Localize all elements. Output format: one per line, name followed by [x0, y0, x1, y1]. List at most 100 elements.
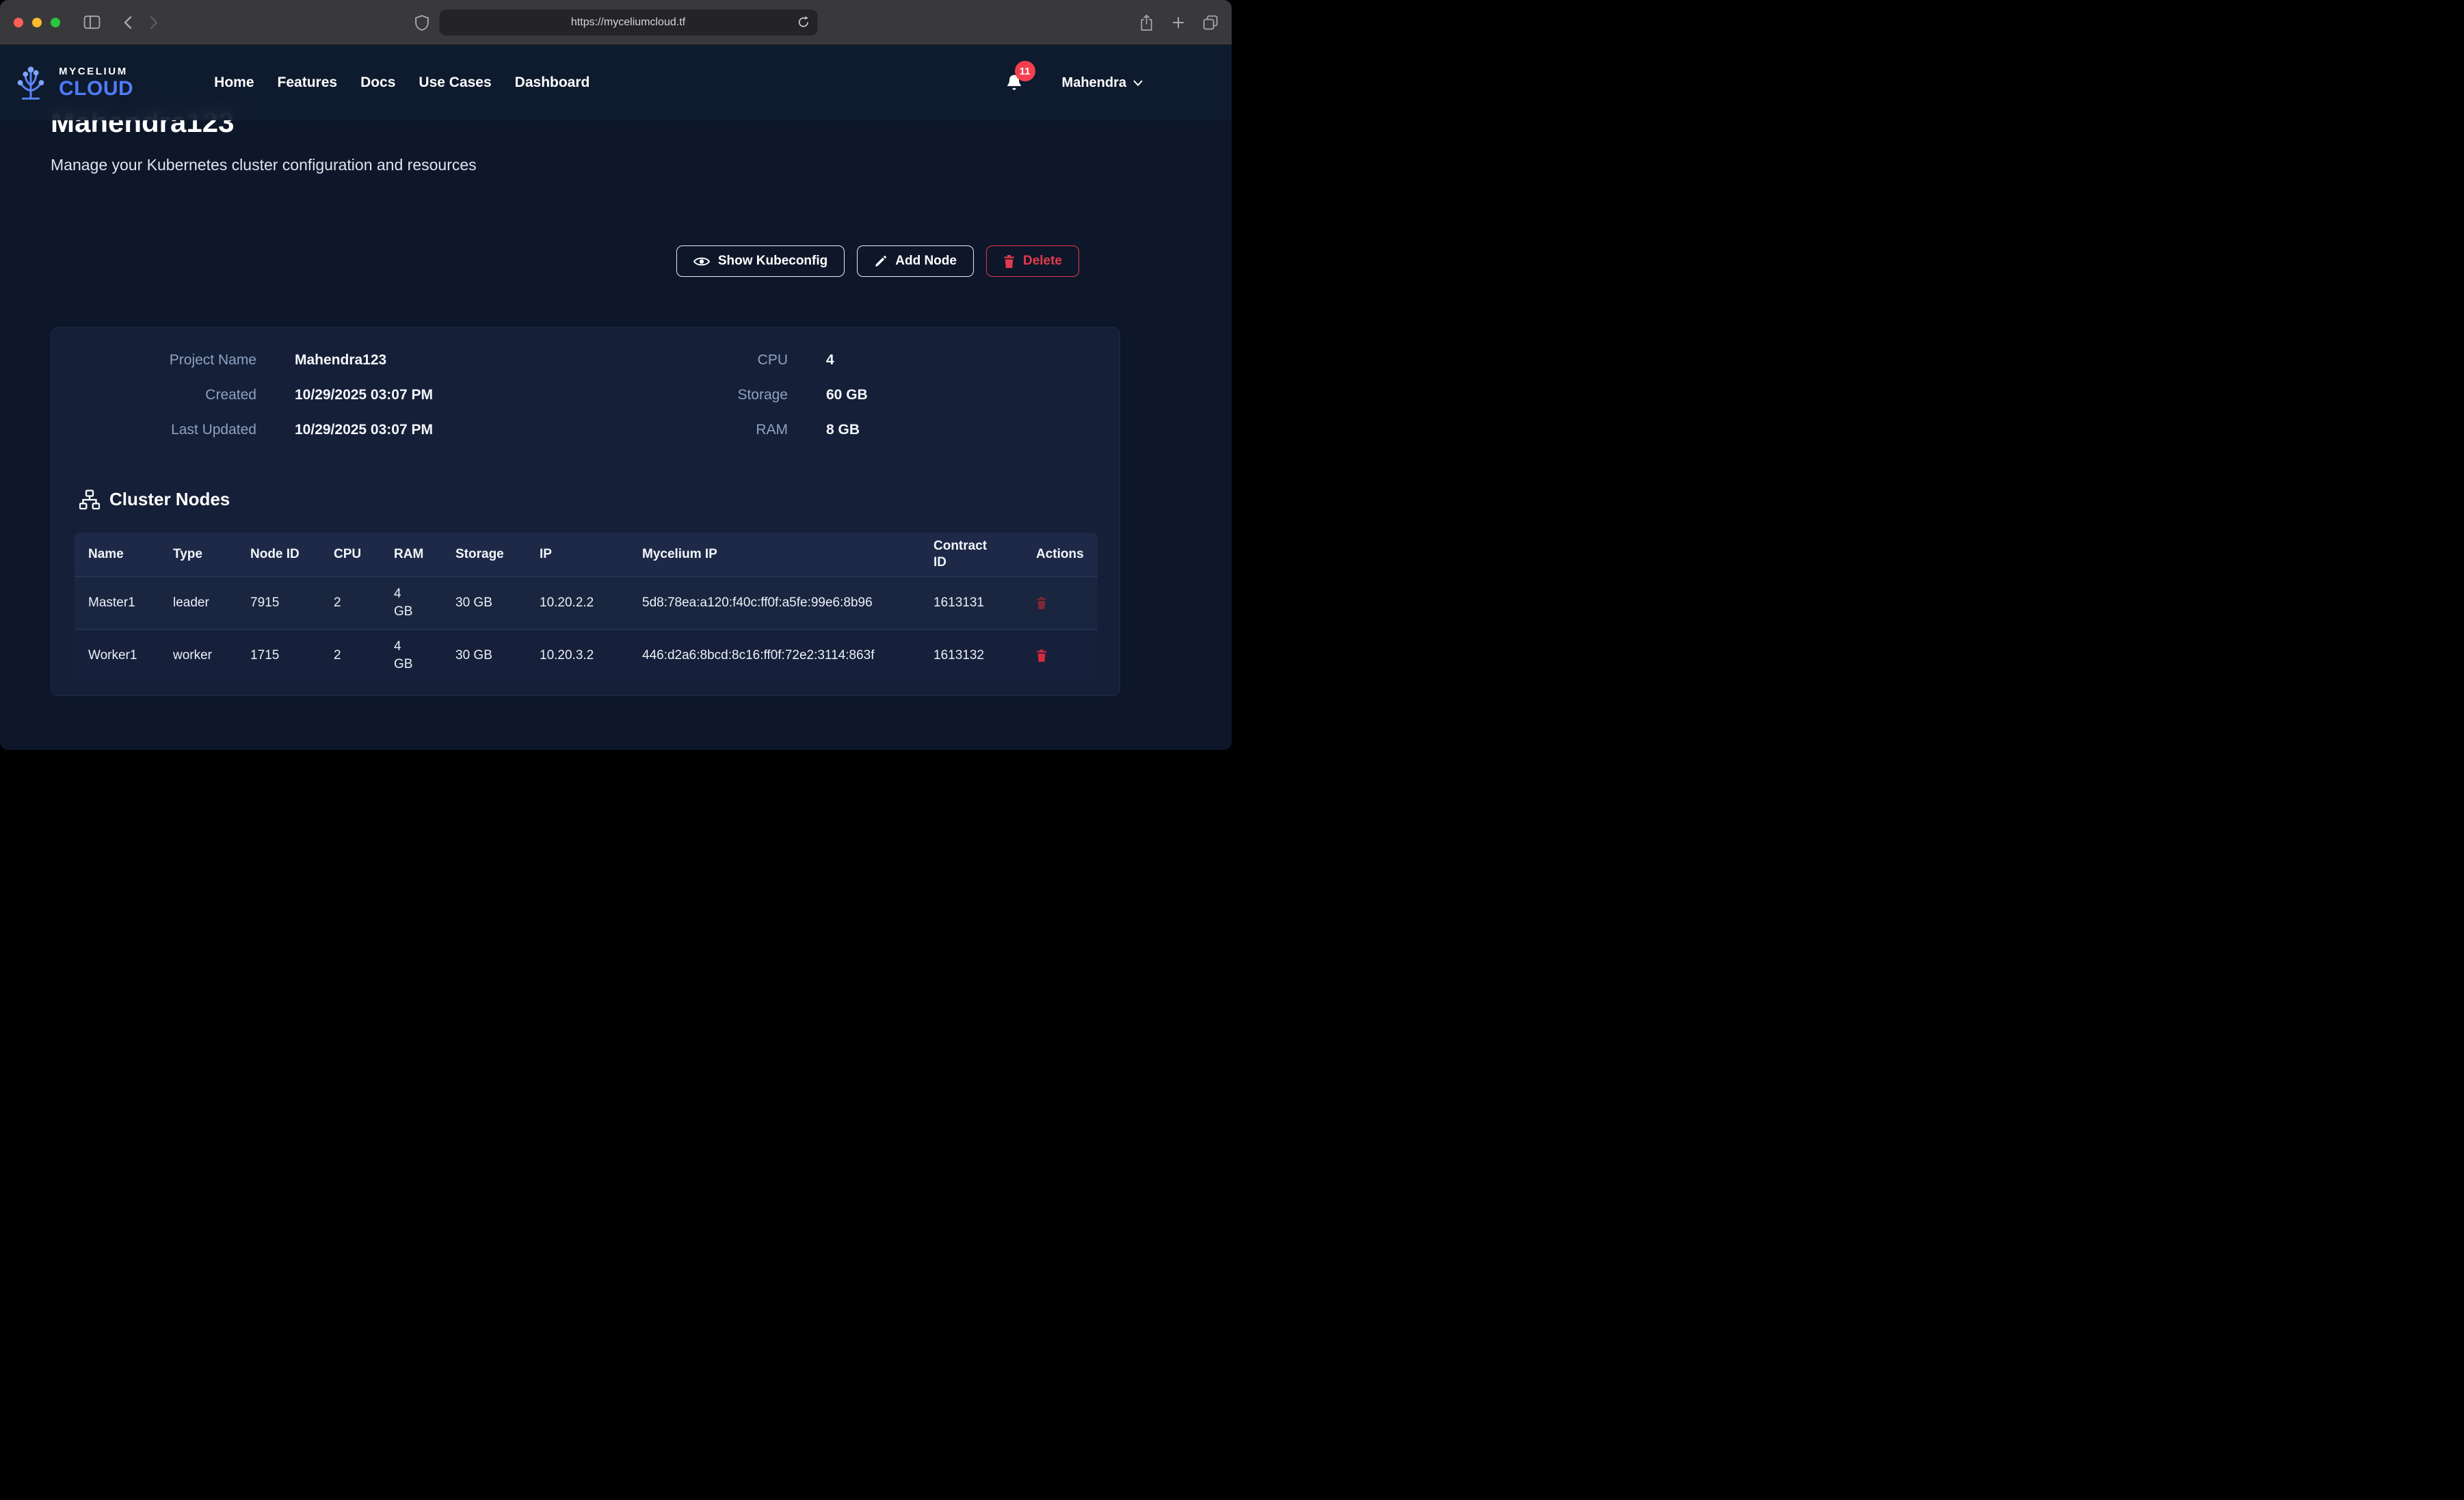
browser-toolbar: https://myceliumcloud.tf: [0, 0, 1232, 45]
new-tab-icon[interactable]: [1172, 16, 1184, 29]
notifications-button[interactable]: 11: [1005, 72, 1024, 93]
navbar-right: 11 Mahendra: [1005, 72, 1143, 93]
cell-storage: 30 GB: [442, 577, 526, 630]
column-header-cpu: CPU: [320, 533, 380, 577]
cell-ram: 4 GB: [380, 577, 442, 630]
notification-badge: 11: [1015, 61, 1035, 81]
detail-value: Mahendra123: [295, 351, 386, 370]
mycelium-logo-icon: [11, 63, 51, 103]
delete-label: Delete: [1023, 254, 1062, 269]
brand-text: MYCELIUM CLOUD: [59, 66, 133, 99]
column-header-ram: RAM: [380, 533, 442, 577]
pencil-icon: [874, 255, 887, 268]
cell-type: worker: [159, 630, 237, 682]
cell-cpu: 2: [320, 630, 380, 682]
cell-ram: 4 GB: [380, 630, 442, 682]
detail-value: 10/29/2025 03:07 PM: [295, 386, 433, 405]
address-bar-group: https://myceliumcloud.tf: [414, 0, 817, 45]
cluster-actions-row: Show Kubeconfig Add Node Delete: [51, 245, 1079, 277]
site-navbar: MYCELIUM CLOUD Home Features Docs Use Ca…: [0, 45, 1232, 120]
cell-node-id: 1715: [237, 630, 320, 682]
column-header-node-id: Node ID: [237, 533, 320, 577]
nav-link-use-cases[interactable]: Use Cases: [419, 75, 491, 91]
forward-button[interactable]: [150, 16, 158, 29]
cell-contract-id: 1613132: [920, 630, 1022, 682]
close-window-button[interactable]: [14, 18, 23, 27]
url-text: https://myceliumcloud.tf: [571, 16, 685, 29]
cell-ip: 10.20.3.2: [526, 630, 628, 682]
reload-icon[interactable]: [797, 16, 810, 32]
toolbar-right-icons: [1139, 0, 1218, 45]
cluster-info-card: Project Name Mahendra123 Created 10/29/2…: [51, 327, 1120, 696]
cluster-nodes-title: Cluster Nodes: [109, 489, 230, 510]
cell-cpu: 2: [320, 577, 380, 630]
detail-value: 10/29/2025 03:07 PM: [295, 420, 433, 440]
detail-value: 4: [826, 351, 834, 370]
cell-name: Worker1: [75, 630, 159, 682]
nav-link-docs[interactable]: Docs: [360, 75, 395, 91]
user-name: Mahendra: [1062, 75, 1126, 91]
user-menu[interactable]: Mahendra: [1062, 75, 1143, 91]
cluster-details: Project Name Mahendra123 Created 10/29/2…: [51, 327, 1120, 455]
address-bar[interactable]: https://myceliumcloud.tf: [439, 10, 817, 36]
delete-cluster-button[interactable]: Delete: [986, 245, 1079, 277]
brand-line1: MYCELIUM: [59, 66, 133, 77]
column-header-storage: Storage: [442, 533, 526, 577]
details-left-column: Project Name Mahendra123 Created 10/29/2…: [51, 351, 585, 455]
nav-links: Home Features Docs Use Cases Dashboard: [214, 75, 589, 91]
back-button[interactable]: [124, 16, 132, 29]
detail-label: RAM: [585, 420, 788, 440]
table-row: Worker1 worker 1715 2 4 GB 30 GB 10.20.3…: [75, 630, 1098, 682]
column-header-mycelium-ip: Mycelium IP: [628, 533, 920, 577]
chevron-down-icon: [1133, 80, 1143, 86]
page-subtitle: Manage your Kubernetes cluster configura…: [51, 156, 477, 174]
detail-row-last-updated: Last Updated 10/29/2025 03:07 PM: [51, 420, 585, 440]
cell-mycelium-ip: 446:d2a6:8bcd:8c16:ff0f:72e2:3114:863f: [628, 630, 920, 682]
show-kubeconfig-label: Show Kubeconfig: [718, 254, 827, 269]
minimize-window-button[interactable]: [32, 18, 42, 27]
tab-overview-icon[interactable]: [1203, 15, 1218, 30]
cell-actions: [1022, 577, 1098, 630]
cluster-nodes-heading: Cluster Nodes: [79, 489, 230, 510]
zoom-window-button[interactable]: [51, 18, 60, 27]
table-header-row: Name Type Node ID CPU RAM Storage IP Myc…: [75, 533, 1098, 577]
brand-logo[interactable]: MYCELIUM CLOUD: [11, 63, 133, 103]
column-header-name: Name: [75, 533, 159, 577]
nav-link-dashboard[interactable]: Dashboard: [515, 75, 590, 91]
nodes-table: Name Type Node ID CPU RAM Storage IP Myc…: [75, 533, 1098, 682]
cell-contract-id: 1613131: [920, 577, 1022, 630]
show-kubeconfig-button[interactable]: Show Kubeconfig: [676, 245, 845, 277]
table-row: Master1 leader 7915 2 4 GB 30 GB 10.20.2…: [75, 577, 1098, 630]
brand-line2: CLOUD: [59, 79, 133, 99]
detail-label: Created: [51, 386, 256, 405]
share-icon[interactable]: [1139, 14, 1154, 31]
add-node-button[interactable]: Add Node: [857, 245, 974, 277]
detail-label: Storage: [585, 386, 788, 405]
privacy-shield-icon[interactable]: [414, 15, 429, 31]
detail-label: Last Updated: [51, 420, 256, 440]
detail-value: 60 GB: [826, 386, 868, 405]
delete-node-button[interactable]: [1036, 597, 1047, 609]
detail-row-ram: RAM 8 GB: [585, 420, 1120, 440]
sidebar-toggle-icon[interactable]: [83, 15, 101, 29]
detail-row-project-name: Project Name Mahendra123: [51, 351, 585, 370]
detail-row-cpu: CPU 4: [585, 351, 1120, 370]
trash-icon: [1036, 597, 1047, 609]
trash-icon: [1003, 255, 1015, 268]
delete-node-button[interactable]: [1036, 649, 1047, 662]
cell-name: Master1: [75, 577, 159, 630]
add-node-label: Add Node: [895, 254, 957, 269]
nav-link-features[interactable]: Features: [278, 75, 338, 91]
window-controls: [14, 18, 60, 27]
column-header-type: Type: [159, 533, 237, 577]
browser-window: Mahendra123 Manage your Kubernetes clust…: [0, 0, 1232, 750]
nav-link-home[interactable]: Home: [214, 75, 254, 91]
column-header-ip: IP: [526, 533, 628, 577]
cell-mycelium-ip: 5d8:78ea:a120:f40c:ff0f:a5fe:99e6:8b96: [628, 577, 920, 630]
column-header-actions: Actions: [1022, 533, 1098, 577]
detail-row-created: Created 10/29/2025 03:07 PM: [51, 386, 585, 405]
cell-type: leader: [159, 577, 237, 630]
cell-node-id: 7915: [237, 577, 320, 630]
cell-storage: 30 GB: [442, 630, 526, 682]
detail-value: 8 GB: [826, 420, 860, 440]
